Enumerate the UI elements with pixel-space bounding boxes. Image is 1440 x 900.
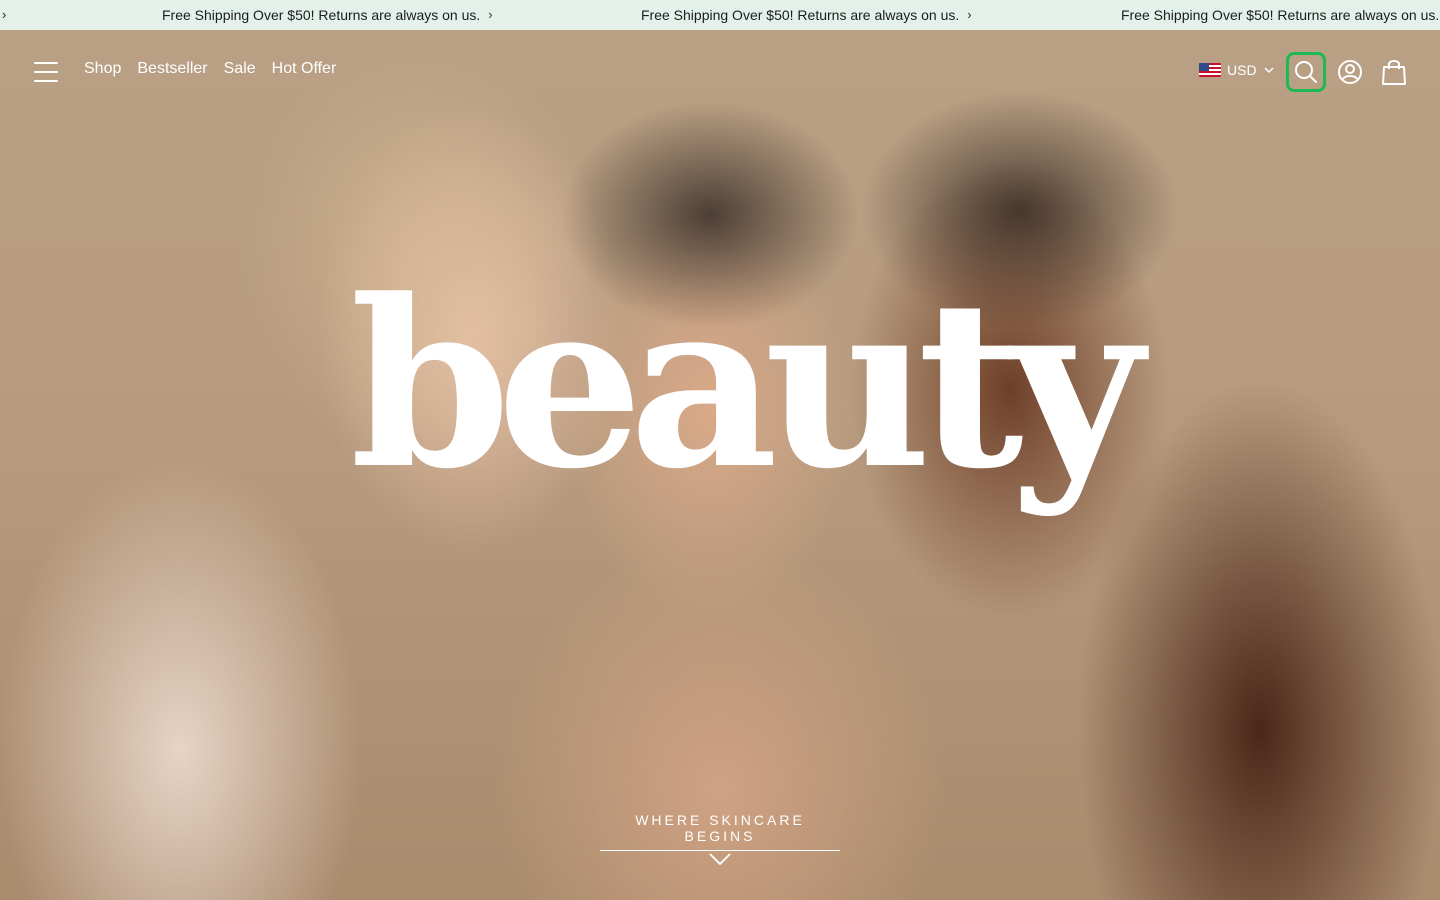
- announcement-message[interactable]: Free Shipping Over $50! Returns are alwa…: [1121, 0, 1439, 30]
- chevron-right-icon: ›: [967, 7, 972, 22]
- chevron-down-icon[interactable]: [708, 852, 732, 866]
- search-button[interactable]: [1286, 52, 1326, 92]
- account-button[interactable]: [1330, 52, 1370, 92]
- account-icon: [1338, 60, 1362, 84]
- shopping-bag-icon: [1382, 60, 1406, 85]
- hamburger-icon[interactable]: [34, 62, 58, 82]
- hero-wordmark: beauty: [350, 250, 1143, 520]
- currency-selector[interactable]: USD: [1199, 62, 1275, 78]
- announcement-bar: › Free Shipping Over $50! Returns are al…: [0, 0, 1440, 30]
- search-icon: [1295, 61, 1317, 83]
- currency-label: USD: [1227, 62, 1257, 78]
- nav-link-sale[interactable]: Sale: [224, 60, 256, 78]
- nav-link-hot-offer[interactable]: Hot Offer: [272, 60, 337, 78]
- site-header: Shop Bestseller Sale Hot Offer USD: [0, 30, 1440, 114]
- main-nav: Shop Bestseller Sale Hot Offer: [84, 60, 336, 78]
- us-flag-icon: [1199, 63, 1221, 77]
- announcement-message[interactable]: Free Shipping Over $50! Returns are alwa…: [641, 0, 972, 30]
- announcement-message[interactable]: Free Shipping Over $50! Returns are alwa…: [162, 0, 493, 30]
- nav-link-shop[interactable]: Shop: [84, 60, 121, 78]
- chevron-right-icon: ›: [488, 7, 493, 22]
- hero-tagline-link[interactable]: WHERE SKINCARE BEGINS: [600, 812, 840, 851]
- announcement-chevron[interactable]: ›: [2, 0, 6, 30]
- nav-link-bestseller[interactable]: Bestseller: [137, 60, 207, 78]
- chevron-down-icon: [1264, 67, 1274, 74]
- cart-button[interactable]: [1374, 52, 1414, 92]
